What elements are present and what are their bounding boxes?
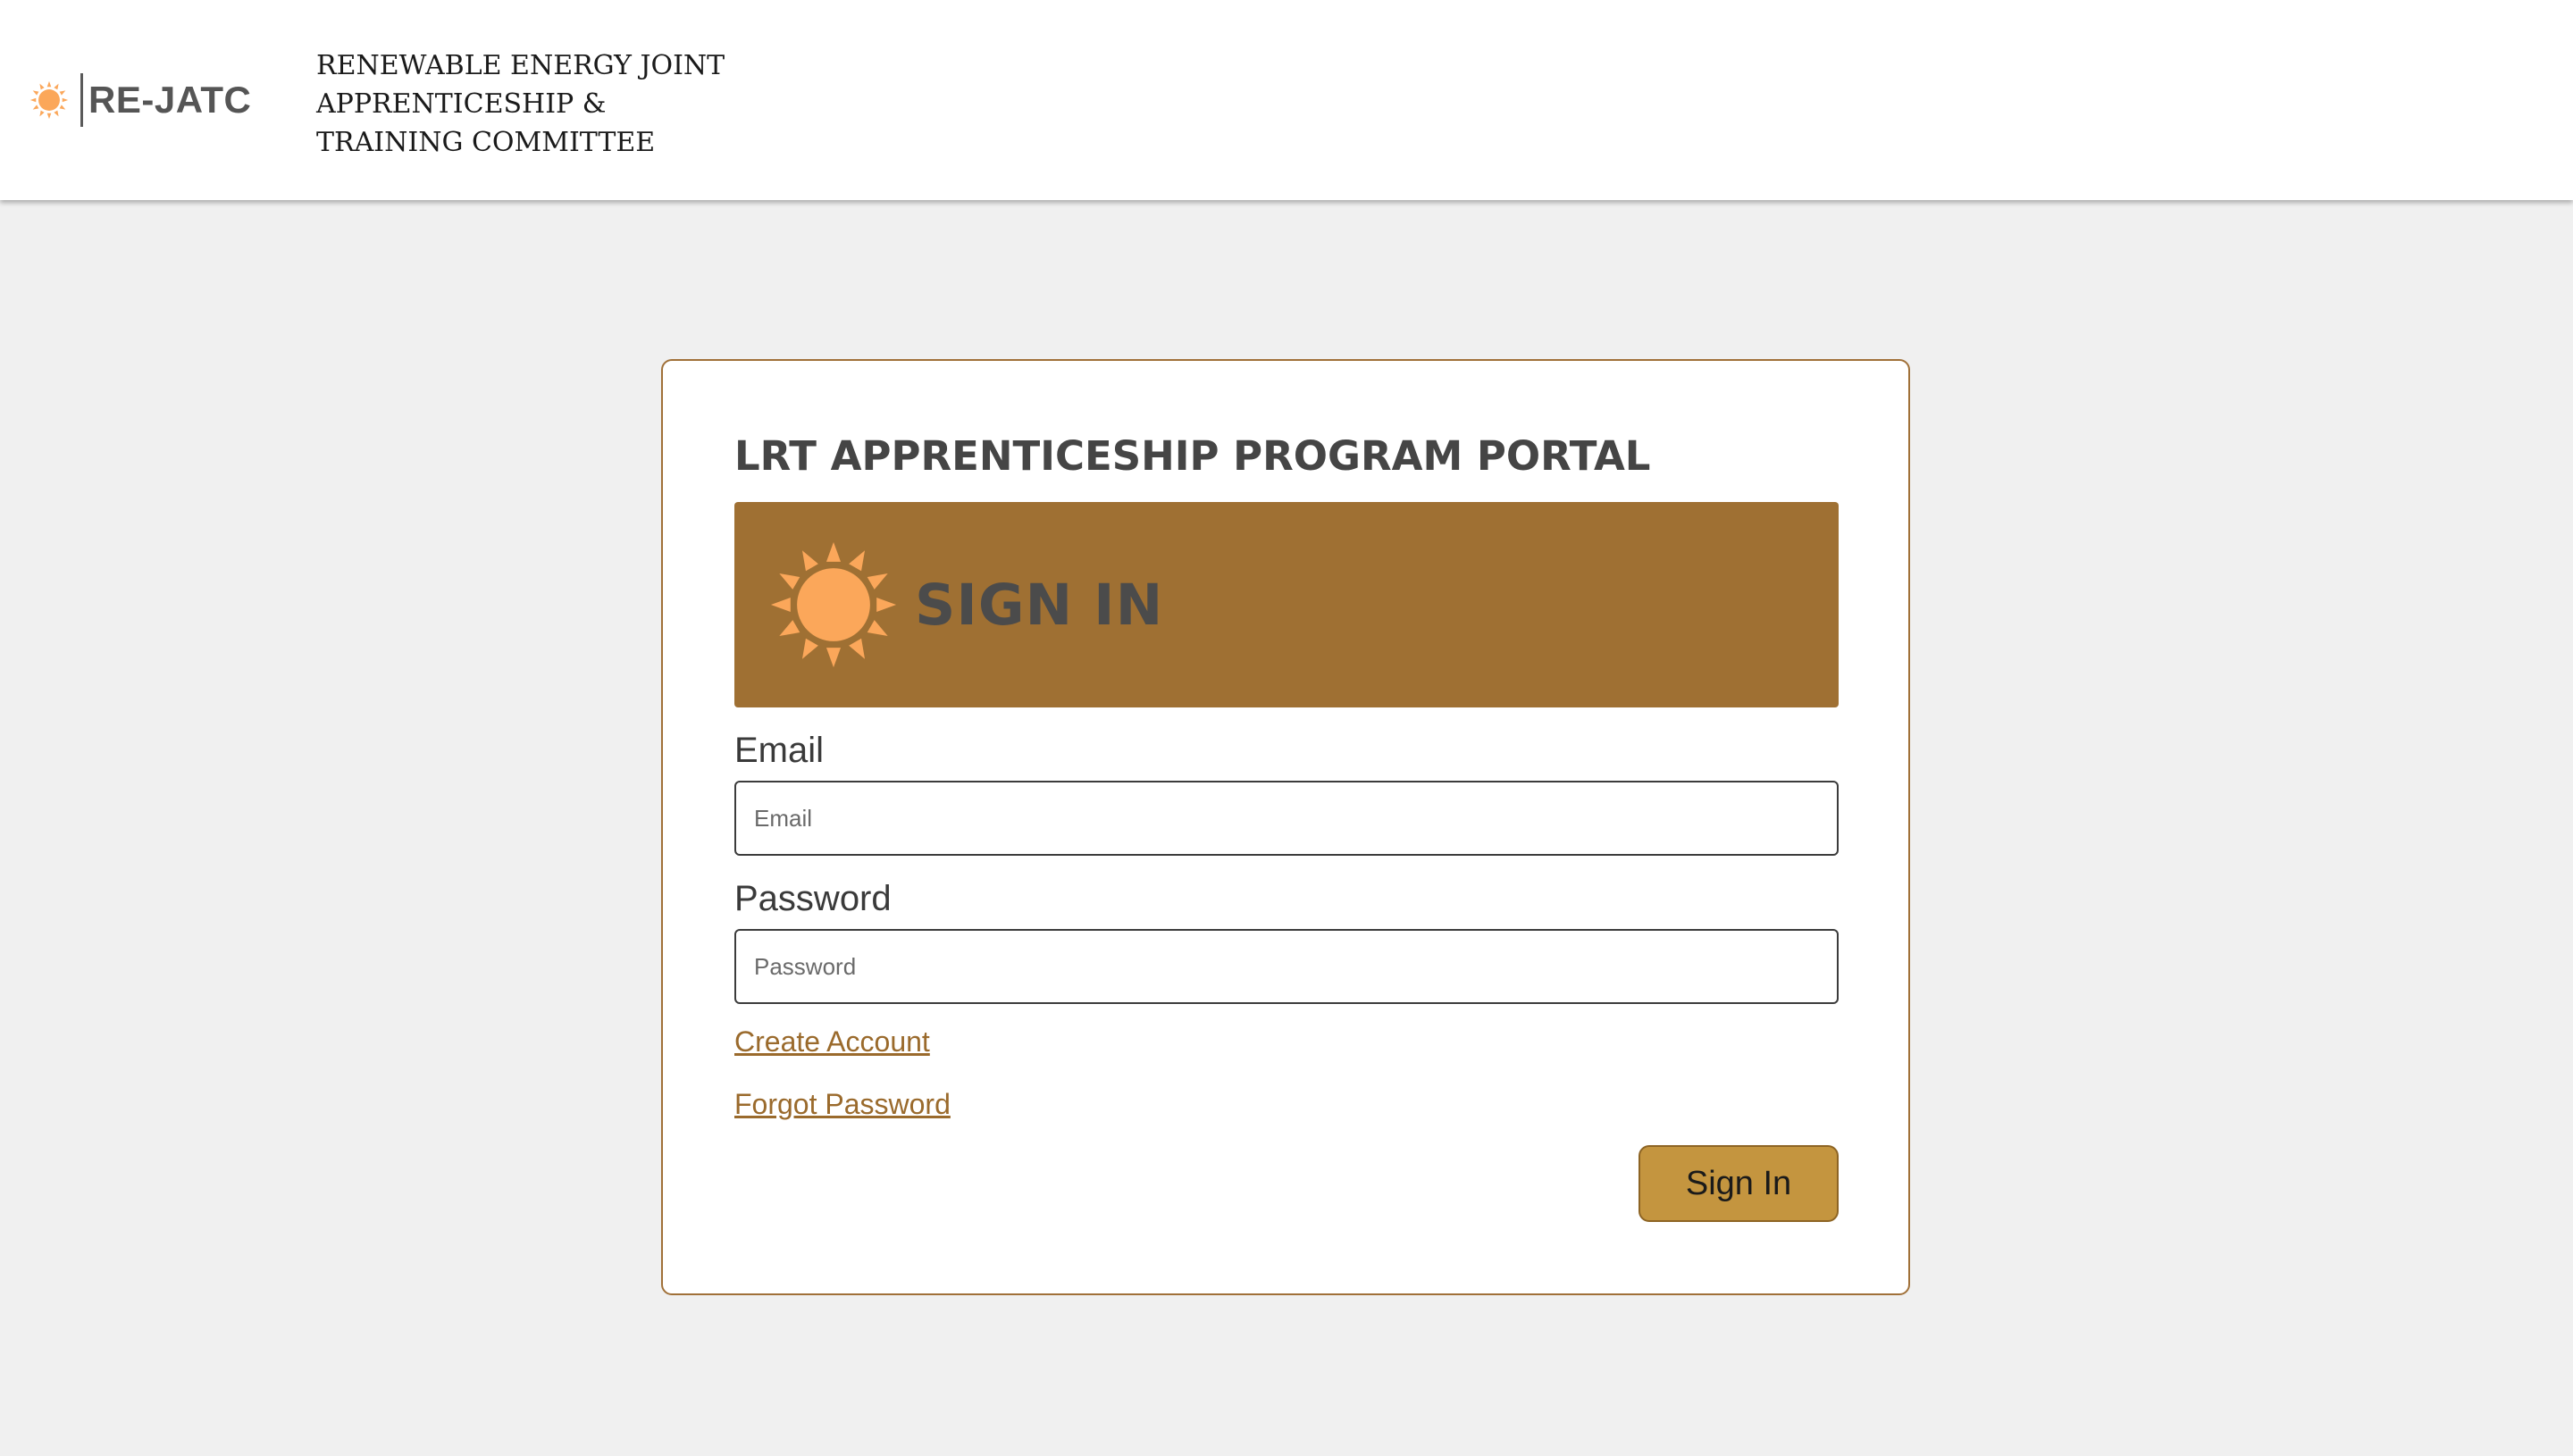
logo-text: RE-JATC: [88, 79, 252, 121]
sign-in-heading: SIGN IN: [915, 572, 1164, 638]
email-field[interactable]: [734, 781, 1839, 856]
organization-name: RENEWABLE ENERGY JOINT APPRENTICESHIP & …: [316, 46, 725, 162]
sign-in-button[interactable]: Sign In: [1639, 1145, 1839, 1222]
sun-icon: [770, 541, 897, 668]
sign-in-banner: SIGN IN: [734, 502, 1839, 707]
organization-name-line: TRAINING COMMITTEE: [316, 127, 656, 158]
organization-name-line: RENEWABLE ENERGY JOINT: [316, 50, 725, 81]
email-label: Email: [734, 731, 825, 770]
login-card: LRT APPRENTICESHIP PROGRAM PORTAL SIGN I…: [661, 359, 1910, 1295]
password-field[interactable]: [734, 929, 1839, 1004]
organization-name-line: APPRENTICESHIP &: [316, 88, 607, 120]
sun-icon: [29, 80, 69, 120]
forgot-password-link[interactable]: Forgot Password: [734, 1088, 951, 1121]
create-account-link[interactable]: Create Account: [734, 1025, 930, 1059]
site-header: RE-JATC RENEWABLE ENERGY JOINT APPRENTIC…: [0, 0, 2573, 200]
page-title: LRT APPRENTICESHIP PROGRAM PORTAL: [734, 432, 1651, 480]
rejatc-logo[interactable]: RE-JATC: [29, 71, 251, 129]
logo-divider: [80, 73, 83, 127]
password-label: Password: [734, 879, 892, 918]
